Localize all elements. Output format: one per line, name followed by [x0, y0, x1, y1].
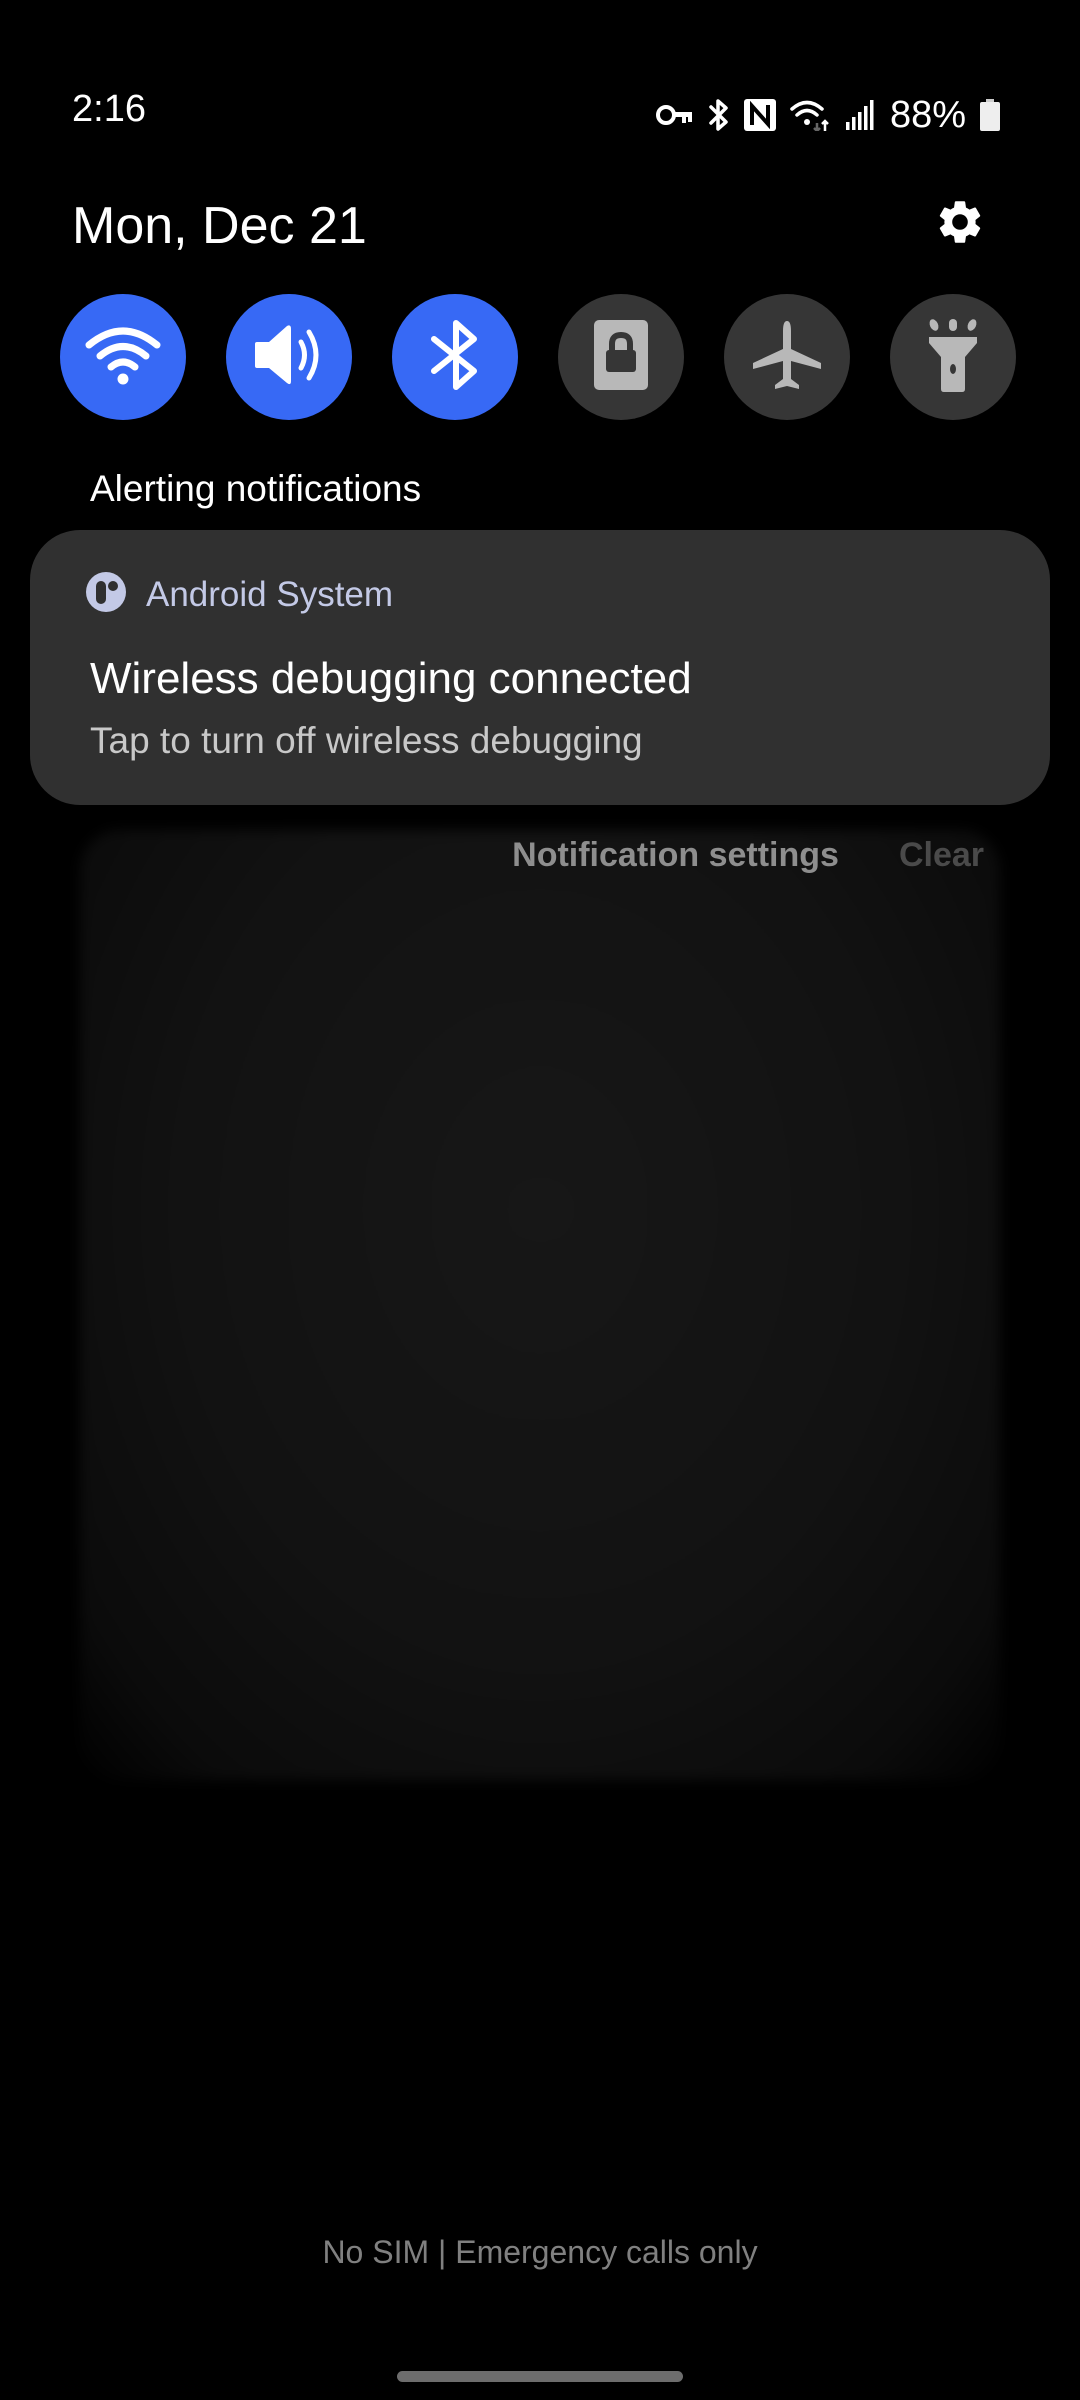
- section-title: Alerting notifications: [90, 468, 422, 509]
- settings-button[interactable]: [930, 194, 990, 254]
- battery-icon: [980, 99, 1000, 131]
- tile-screen-lock[interactable]: [558, 294, 684, 420]
- lock-icon: [594, 319, 648, 395]
- notification-actions: Notification settings Clear: [512, 836, 984, 875]
- bluetooth-icon: [708, 98, 730, 132]
- wifi-icon: [83, 323, 163, 392]
- airplane-icon: [751, 319, 823, 396]
- speaker-icon: [251, 320, 327, 395]
- blurred-background: [80, 830, 1000, 1780]
- notification-title: Wireless debugging connected: [90, 654, 692, 703]
- notification-app-name: Android System: [146, 574, 394, 614]
- battery-percent: 88%: [889, 93, 966, 136]
- cellular-signal-icon: [845, 100, 874, 130]
- clear-button[interactable]: Clear: [899, 836, 984, 875]
- gear-icon: [934, 196, 986, 253]
- flashlight-icon: [927, 317, 979, 398]
- notification-settings-button[interactable]: Notification settings: [512, 836, 839, 875]
- android-system-icon: [86, 572, 126, 617]
- notification-text: Tap to turn off wireless debugging: [90, 720, 643, 761]
- date-label: Mon, Dec 21: [72, 197, 367, 255]
- status-icons: 88%: [655, 92, 1000, 138]
- wifi-data-icon: [790, 99, 832, 131]
- tile-bluetooth[interactable]: [392, 294, 518, 420]
- vpn-key-icon: [655, 103, 694, 127]
- tile-wifi[interactable]: [60, 294, 186, 420]
- nfc-icon: [743, 99, 776, 131]
- quick-settings-tiles: [0, 294, 1080, 420]
- notification-app-row: Android System: [86, 572, 393, 617]
- tile-airplane-mode[interactable]: [724, 294, 850, 420]
- tile-flashlight[interactable]: [890, 294, 1016, 420]
- carrier-status: No SIM | Emergency calls only: [322, 2234, 758, 2270]
- tile-sound[interactable]: [226, 294, 352, 420]
- bluetooth-icon: [428, 319, 482, 396]
- notification-card[interactable]: Android System Wireless debugging connec…: [30, 530, 1050, 805]
- home-gesture-bar[interactable]: [397, 2371, 683, 2382]
- status-time: 2:16: [72, 88, 146, 130]
